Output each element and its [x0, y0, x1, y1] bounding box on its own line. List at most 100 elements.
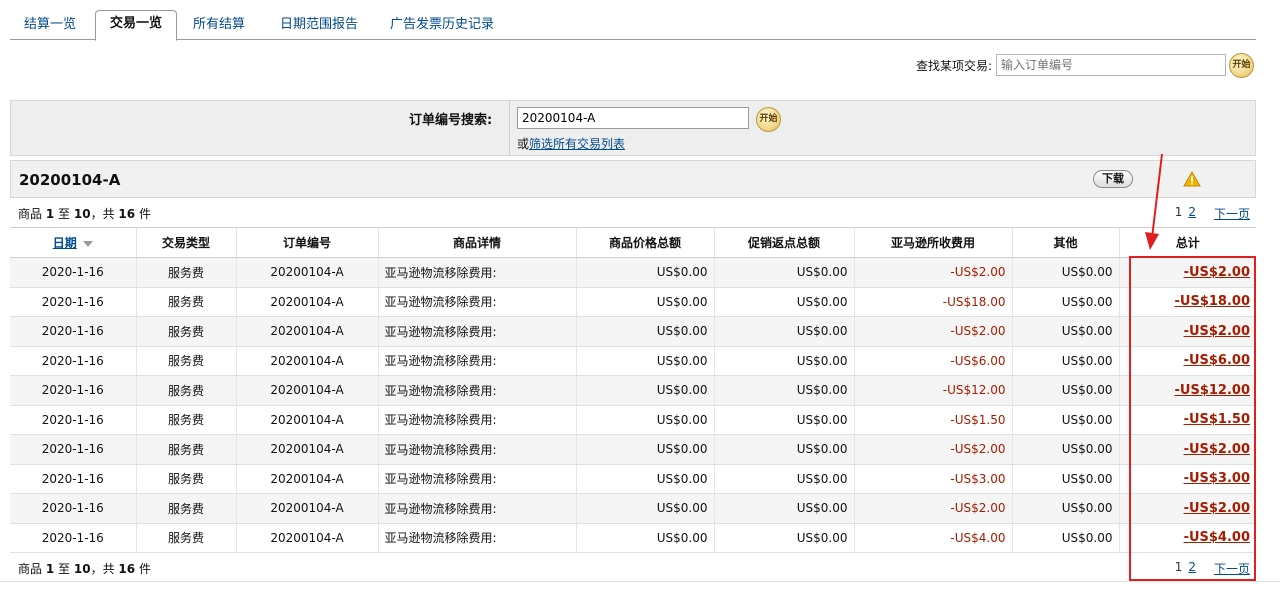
cell-price: US$0.00 — [576, 346, 715, 376]
cell-type: 服务费 — [136, 464, 237, 494]
cell-fee: -US$2.00 — [854, 434, 1013, 465]
pagination-top: 1 2 下一页 — [1175, 205, 1250, 222]
count-total-word: ，共 — [90, 207, 115, 221]
total-link[interactable]: -US$2.00 — [1184, 501, 1250, 516]
cell-fee: -US$1.50 — [854, 405, 1013, 435]
tab-all-statements[interactable]: 所有结算 — [179, 12, 259, 40]
find-transaction-input[interactable] — [996, 54, 1226, 76]
page-2-link[interactable]: 2 — [1188, 560, 1196, 577]
table-row: 2020-1-16 服务费 20200104-A 亚马逊物流移除费用: US$0.00 U… — [10, 464, 1256, 494]
order-search-go-button[interactable]: 开始 — [756, 107, 781, 132]
cell-promo: US$0.00 — [714, 493, 855, 524]
total-link[interactable]: -US$3.00 — [1184, 471, 1250, 486]
cell-detail: 亚马逊物流移除费用: — [378, 523, 577, 553]
warning-icon[interactable] — [1183, 171, 1201, 187]
cell-promo: US$0.00 — [714, 523, 855, 553]
cell-date: 2020-1-16 — [10, 434, 137, 465]
cell-detail: 亚马逊物流移除费用: — [378, 257, 577, 288]
cell-total: -US$12.00 — [1119, 375, 1256, 406]
cell-type: 服务费 — [136, 523, 237, 553]
page-current: 1 — [1174, 560, 1183, 574]
cell-order: 20200104-A — [236, 375, 379, 406]
cell-detail: 亚马逊物流移除费用: — [378, 316, 577, 347]
total-link[interactable]: -US$2.00 — [1184, 324, 1250, 339]
order-search-panel: 订单编号搜索: 开始 或筛选所有交易列表 — [10, 100, 1256, 156]
cell-date: 2020-1-16 — [10, 257, 137, 288]
cell-fee: -US$2.00 — [854, 257, 1013, 288]
order-search-input[interactable] — [517, 107, 749, 129]
total-link[interactable]: -US$2.00 — [1184, 265, 1250, 280]
cell-fee: -US$4.00 — [854, 523, 1013, 553]
table-row: 2020-1-16 服务费 20200104-A 亚马逊物流移除费用: US$0.00 U… — [10, 405, 1256, 435]
cell-detail: 亚马逊物流移除费用: — [378, 346, 577, 376]
next-page-link[interactable]: 下一页 — [1214, 560, 1250, 577]
total-link[interactable]: -US$12.00 — [1175, 383, 1250, 398]
col-header-type: 交易类型 — [136, 227, 237, 258]
item-count-bottom: 商品 1 至 10，共 16 件 — [18, 560, 151, 577]
cell-other: US$0.00 — [1012, 523, 1120, 553]
tab-settlement-summary[interactable]: 结算一览 — [10, 12, 90, 40]
cell-date: 2020-1-16 — [10, 464, 137, 494]
cell-date: 2020-1-16 — [10, 287, 137, 317]
cell-type: 服务费 — [136, 257, 237, 288]
order-search-label: 订单编号搜索: — [409, 113, 493, 128]
filter-line: 或筛选所有交易列表 — [517, 135, 625, 152]
total-link[interactable]: -US$1.50 — [1184, 412, 1250, 427]
table-row: 2020-1-16 服务费 20200104-A 亚马逊物流移除费用: US$0.00 U… — [10, 493, 1256, 524]
cell-promo: US$0.00 — [714, 434, 855, 465]
item-count-top: 商品 1 至 10，共 16 件 — [18, 205, 151, 222]
cell-other: US$0.00 — [1012, 493, 1120, 524]
cell-detail: 亚马逊物流移除费用: — [378, 464, 577, 494]
cell-other: US$0.00 — [1012, 434, 1120, 465]
cell-price: US$0.00 — [576, 523, 715, 553]
download-button[interactable]: 下载 — [1093, 170, 1133, 188]
count-to: 10 — [73, 562, 91, 576]
count-total-word: ，共 — [90, 562, 115, 576]
table-row: 2020-1-16 服务费 20200104-A 亚马逊物流移除费用: US$0.00 U… — [10, 257, 1256, 288]
page-2-link[interactable]: 2 — [1188, 205, 1196, 222]
cell-promo: US$0.00 — [714, 316, 855, 347]
col-header-fees: 亚马逊所收费用 — [854, 227, 1013, 258]
find-transaction-go-button[interactable]: 开始 — [1229, 53, 1254, 78]
sort-arrow-icon[interactable] — [82, 240, 93, 247]
cell-price: US$0.00 — [576, 316, 715, 347]
cell-price: US$0.00 — [576, 405, 715, 435]
cell-date: 2020-1-16 — [10, 523, 137, 553]
cell-total: -US$18.00 — [1119, 287, 1256, 317]
cell-order: 20200104-A — [236, 346, 379, 376]
cell-fee: -US$2.00 — [854, 493, 1013, 524]
cell-detail: 亚马逊物流移除费用: — [378, 434, 577, 465]
next-page-link[interactable]: 下一页 — [1214, 205, 1250, 222]
cell-other: US$0.00 — [1012, 405, 1120, 435]
cell-type: 服务费 — [136, 493, 237, 524]
col-header-date[interactable]: 日期 — [10, 227, 137, 258]
total-link[interactable]: -US$2.00 — [1184, 442, 1250, 457]
cell-type: 服务费 — [136, 346, 237, 376]
total-link[interactable]: -US$18.00 — [1175, 294, 1250, 309]
tab-date-range-reports[interactable]: 日期范围报告 — [266, 12, 372, 40]
tab-transaction-view[interactable]: 交易一览 — [95, 10, 178, 41]
cell-total: -US$2.00 — [1119, 434, 1256, 465]
cell-detail: 亚马逊物流移除费用: — [378, 493, 577, 524]
cell-detail: 亚马逊物流移除费用: — [378, 375, 577, 406]
find-transaction-label: 查找某项交易: — [915, 58, 992, 73]
total-link[interactable]: -US$4.00 — [1184, 530, 1250, 545]
count-prefix: 商品 — [18, 207, 43, 221]
table-row: 2020-1-16 服务费 20200104-A 亚马逊物流移除费用: US$0.00 U… — [10, 346, 1256, 376]
count-total: 16 — [118, 207, 136, 221]
count-suffix: 件 — [138, 207, 151, 221]
cell-fee: -US$6.00 — [854, 346, 1013, 376]
cell-fee: -US$2.00 — [854, 316, 1013, 347]
cell-other: US$0.00 — [1012, 464, 1120, 494]
table-row: 2020-1-16 服务费 20200104-A 亚马逊物流移除费用: US$0.00 U… — [10, 434, 1256, 465]
total-link[interactable]: -US$6.00 — [1184, 353, 1250, 368]
cell-date: 2020-1-16 — [10, 405, 137, 435]
count-suffix: 件 — [138, 562, 151, 576]
col-header-total: 总计 — [1119, 227, 1256, 258]
date-sort-link[interactable]: 日期 — [53, 236, 77, 250]
cell-promo: US$0.00 — [714, 346, 855, 376]
filter-all-transactions-link[interactable]: 筛选所有交易列表 — [529, 137, 625, 151]
cell-promo: US$0.00 — [714, 405, 855, 435]
tab-ad-invoice-history[interactable]: 广告发票历史记录 — [376, 12, 508, 40]
table-row: 2020-1-16 服务费 20200104-A 亚马逊物流移除费用: US$0.00 U… — [10, 523, 1256, 553]
